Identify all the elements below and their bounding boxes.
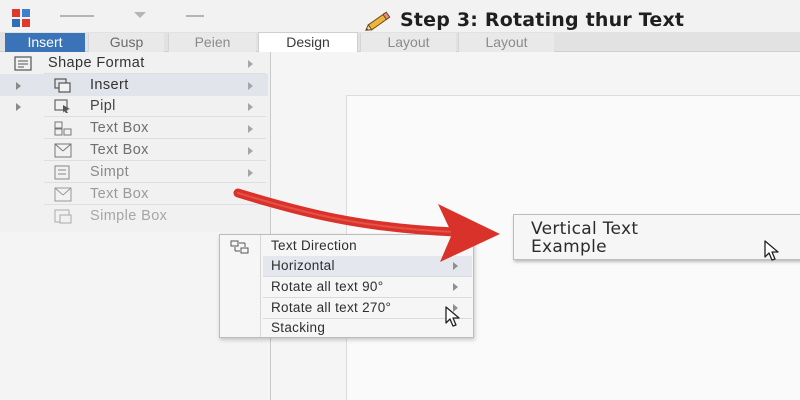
textbox-line-1: Vertical Text <box>531 219 639 239</box>
quick-access-dropdown-icon[interactable] <box>134 12 146 18</box>
menu-item-text-box-3[interactable]: Text Box <box>0 183 268 205</box>
tab-peien[interactable]: Peien <box>168 33 256 52</box>
submenu-item-label: Stacking <box>271 320 326 335</box>
menu-item-simpt[interactable]: Simpt <box>0 161 268 183</box>
tab-insert[interactable]: Insert <box>5 33 85 52</box>
menu-item-simple-box[interactable]: Simple Box <box>0 205 268 227</box>
text-box-icon <box>54 187 72 202</box>
submenu-item-label: Horizontal <box>271 258 335 273</box>
menu-item-label: Simpt <box>90 164 130 180</box>
submenu-item-label: Rotate all text 270° <box>271 300 392 315</box>
menu-item-label: Simple Box <box>90 208 168 224</box>
submenu-arrow-icon <box>248 169 253 177</box>
menu-gutter <box>260 235 261 337</box>
submenu-arrow-icon <box>248 125 253 133</box>
menu-item-pipl[interactable]: Pipl <box>0 95 268 117</box>
shape-format-icon <box>14 56 32 71</box>
tab-layout[interactable]: Layout <box>360 33 456 52</box>
menu-item-label: Insert <box>90 77 129 93</box>
tab-design[interactable]: Design <box>258 32 358 53</box>
expand-arrow-icon <box>16 103 21 111</box>
vertical-text-box[interactable]: Vertical Text Example <box>513 214 800 260</box>
text-direction-icon <box>230 240 249 254</box>
submenu-arrow-icon <box>453 283 458 291</box>
menu-item-text-box[interactable]: Text Box <box>0 117 268 139</box>
menu-item-label: Text Box <box>90 186 149 202</box>
submenu-item-rotate-270[interactable]: Rotate all text 270° <box>263 298 472 318</box>
submenu-arrow-icon <box>248 60 253 68</box>
menu-item-shape-format[interactable]: Shape Format <box>0 52 268 74</box>
pencil-icon <box>365 11 391 31</box>
expand-arrow-icon <box>16 82 21 90</box>
tab-gusp[interactable]: Gusp <box>88 33 164 52</box>
submenu-arrow-icon <box>453 262 458 270</box>
mouse-cursor-icon <box>764 240 779 261</box>
pipl-icon <box>54 99 70 113</box>
window-title: Step 3: Rotating thur Text <box>400 9 685 31</box>
text-box-icon <box>54 143 72 158</box>
simpt-icon <box>54 165 70 180</box>
submenu-item-label: Text Direction <box>271 238 357 253</box>
app-logo-icon[interactable] <box>12 9 30 27</box>
submenu-item-rotate-90[interactable]: Rotate all text 90° <box>263 277 472 297</box>
text-direction-submenu: Text Direction Horizontal Rotate all tex… <box>219 234 474 338</box>
menu-item-label: Text Box <box>90 142 149 158</box>
ribbon-tab-row: Insert Gusp Peien Design Layout Layout <box>0 32 800 53</box>
text-box-icon <box>54 121 72 136</box>
textbox-line-2: Example <box>531 237 607 257</box>
quick-access-button[interactable] <box>186 15 204 17</box>
submenu-arrow-icon <box>248 82 253 90</box>
menu-item-text-box-2[interactable]: Text Box <box>0 139 268 161</box>
submenu-item-text-direction[interactable]: Text Direction <box>263 236 472 256</box>
quick-access-button[interactable] <box>60 15 94 17</box>
mouse-cursor-icon <box>445 306 460 327</box>
submenu-arrow-icon <box>248 103 253 111</box>
tab-layout-2[interactable]: Layout <box>458 33 554 52</box>
submenu-item-label: Rotate all text 90° <box>271 279 384 294</box>
menu-item-label: Shape Format <box>48 55 145 71</box>
insert-icon <box>54 78 71 93</box>
submenu-arrow-icon <box>248 147 253 155</box>
submenu-item-stacking[interactable]: Stacking <box>263 318 472 338</box>
simple-box-icon <box>54 209 72 224</box>
menu-item-insert[interactable]: Insert <box>0 74 268 96</box>
submenu-item-horizontal[interactable]: Horizontal <box>263 256 472 276</box>
menu-item-label: Text Box <box>90 120 149 136</box>
title-bar: Step 3: Rotating thur Text <box>0 0 800 34</box>
menu-item-label: Pipl <box>90 98 116 114</box>
